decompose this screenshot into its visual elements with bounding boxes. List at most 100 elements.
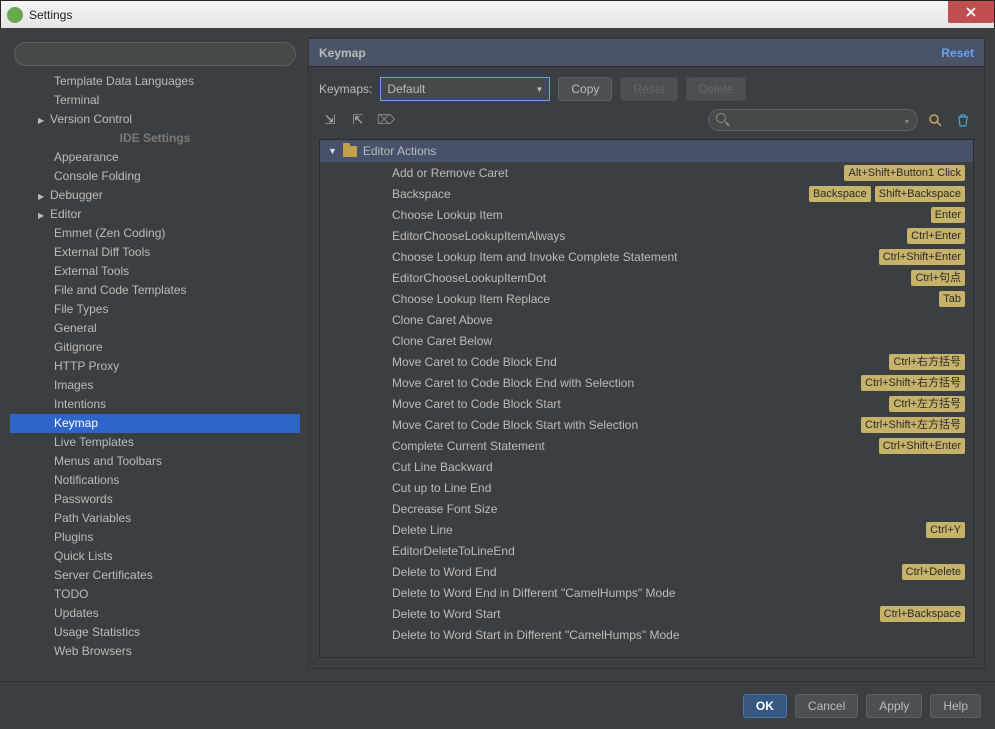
- expand-all-icon[interactable]: ⇲: [319, 110, 341, 130]
- folder-icon: [343, 146, 357, 157]
- shortcut-group: Ctrl+Shift+右方括号: [861, 375, 965, 391]
- tree-item[interactable]: Console Folding: [10, 167, 300, 186]
- action-name: Clone Caret Above: [392, 313, 493, 327]
- help-button[interactable]: Help: [930, 694, 981, 718]
- tree-item[interactable]: Notifications: [10, 471, 300, 490]
- chevron-down-icon: ▼: [535, 85, 543, 94]
- shortcut-group: Ctrl+左方括号: [889, 396, 965, 412]
- find-shortcut-icon[interactable]: [924, 110, 946, 130]
- action-row[interactable]: Choose Lookup ItemEnter: [320, 204, 973, 225]
- shortcut-badge: Ctrl+左方括号: [889, 396, 965, 412]
- tree-item[interactable]: File and Code Templates: [10, 281, 300, 300]
- sidebar-search-input[interactable]: [14, 42, 296, 66]
- tree-item[interactable]: Template Data Languages: [10, 72, 300, 91]
- action-name: Move Caret to Code Block Start with Sele…: [392, 418, 638, 432]
- action-row[interactable]: Move Caret to Code Block End with Select…: [320, 372, 973, 393]
- action-row[interactable]: Delete to Word Start in Different "Camel…: [320, 624, 973, 645]
- action-row[interactable]: Delete to Word Start Ctrl+Backspace: [320, 603, 973, 624]
- action-row[interactable]: Cut up to Line End: [320, 477, 973, 498]
- action-name: Delete to Word Start in Different "Camel…: [392, 628, 680, 642]
- tree-item[interactable]: HTTP Proxy: [10, 357, 300, 376]
- action-row[interactable]: Complete Current StatementCtrl+Shift+Ent…: [320, 435, 973, 456]
- shortcut-group: Ctrl+句点: [911, 270, 965, 286]
- action-row[interactable]: Move Caret to Code Block Start with Sele…: [320, 414, 973, 435]
- shortcut-badge: Enter: [931, 207, 965, 223]
- tree-item[interactable]: File Types: [10, 300, 300, 319]
- keymaps-label: Keymaps:: [319, 82, 372, 96]
- action-name: EditorDeleteToLineEnd: [392, 544, 515, 558]
- collapse-all-icon[interactable]: ⇱: [347, 110, 369, 130]
- trash-icon[interactable]: [952, 110, 974, 130]
- action-row[interactable]: Delete to Word EndCtrl+Delete: [320, 561, 973, 582]
- action-name: Delete to Word Start: [392, 607, 501, 621]
- tree-item[interactable]: Appearance: [10, 148, 300, 167]
- action-row[interactable]: Add or Remove CaretAlt+Shift+Button1 Cli…: [320, 162, 973, 183]
- action-row[interactable]: Move Caret to Code Block StartCtrl+左方括号: [320, 393, 973, 414]
- tree-item[interactable]: Keymap: [10, 414, 300, 433]
- tree-item[interactable]: Server Certificates: [10, 566, 300, 585]
- tree-item[interactable]: General: [10, 319, 300, 338]
- tree-item[interactable]: External Diff Tools: [10, 243, 300, 262]
- action-row[interactable]: Delete LineCtrl+Y: [320, 519, 973, 540]
- copy-button[interactable]: Copy: [558, 77, 612, 101]
- tree-item[interactable]: Emmet (Zen Coding): [10, 224, 300, 243]
- tree-item[interactable]: Menus and Toolbars: [10, 452, 300, 471]
- actions-tree[interactable]: ▼ Editor Actions Add or Remove CaretAlt+…: [319, 139, 974, 658]
- tree-item[interactable]: Gitignore: [10, 338, 300, 357]
- action-row[interactable]: Decrease Font Size: [320, 498, 973, 519]
- action-row[interactable]: Move Caret to Code Block EndCtrl+右方括号: [320, 351, 973, 372]
- tree-item[interactable]: Images: [10, 376, 300, 395]
- action-row[interactable]: EditorDeleteToLineEnd: [320, 540, 973, 561]
- reset-button: Reset: [620, 77, 677, 101]
- tree-item[interactable]: Quick Lists: [10, 547, 300, 566]
- tree-item[interactable]: Intentions: [10, 395, 300, 414]
- tree-item[interactable]: Version Control: [10, 110, 300, 129]
- shortcut-badge: Ctrl+Shift+Enter: [879, 438, 965, 454]
- tree-item[interactable]: Debugger: [10, 186, 300, 205]
- action-row[interactable]: Clone Caret Below: [320, 330, 973, 351]
- action-row[interactable]: EditorChooseLookupItemDotCtrl+句点: [320, 267, 973, 288]
- tree-item[interactable]: Plugins: [10, 528, 300, 547]
- action-name: Backspace: [392, 187, 451, 201]
- action-row[interactable]: EditorChooseLookupItemAlwaysCtrl+Enter: [320, 225, 973, 246]
- settings-sidebar: Template Data LanguagesTerminalVersion C…: [10, 38, 300, 669]
- action-row[interactable]: Choose Lookup Item ReplaceTab: [320, 288, 973, 309]
- action-row[interactable]: Clone Caret Above: [320, 309, 973, 330]
- category-row[interactable]: ▼ Editor Actions: [320, 140, 973, 162]
- shortcut-group: Enter: [931, 207, 965, 223]
- edit-shortcut-icon[interactable]: ⌦: [375, 110, 397, 130]
- reset-link[interactable]: Reset: [941, 46, 974, 60]
- search-icon: [716, 113, 726, 123]
- action-row[interactable]: Choose Lookup Item and Invoke Complete S…: [320, 246, 973, 267]
- shortcut-badge: Ctrl+Y: [926, 522, 965, 538]
- tree-item[interactable]: Terminal: [10, 91, 300, 110]
- ok-button[interactable]: OK: [743, 694, 787, 718]
- tree-item[interactable]: Path Variables: [10, 509, 300, 528]
- action-row[interactable]: BackspaceBackspaceShift+Backspace: [320, 183, 973, 204]
- apply-button[interactable]: Apply: [866, 694, 922, 718]
- action-search-input[interactable]: ▾: [708, 109, 918, 131]
- action-name: Move Caret to Code Block End with Select…: [392, 376, 634, 390]
- cancel-button[interactable]: Cancel: [795, 694, 858, 718]
- filter-toolbar: ⇲ ⇱ ⌦ ▾: [309, 109, 984, 139]
- shortcut-group: Ctrl+Backspace: [880, 606, 965, 622]
- keymaps-select[interactable]: Default ▼: [380, 77, 550, 101]
- tree-item[interactable]: Passwords: [10, 490, 300, 509]
- action-row[interactable]: Cut Line Backward: [320, 456, 973, 477]
- action-row[interactable]: Delete to Word End in Different "CamelHu…: [320, 582, 973, 603]
- shortcut-group: Alt+Shift+Button1 Click: [844, 165, 965, 181]
- tree-item[interactable]: Usage Statistics: [10, 623, 300, 642]
- shortcut-badge: Tab: [939, 291, 965, 307]
- tree-item[interactable]: External Tools: [10, 262, 300, 281]
- tree-item[interactable]: Live Templates: [10, 433, 300, 452]
- action-name: Delete to Word End in Different "CamelHu…: [392, 586, 676, 600]
- tree-item[interactable]: Editor: [10, 205, 300, 224]
- close-button[interactable]: [948, 1, 994, 23]
- tree-item[interactable]: TODO: [10, 585, 300, 604]
- settings-tree[interactable]: Template Data LanguagesTerminalVersion C…: [10, 72, 300, 669]
- shortcut-badge: Ctrl+Shift+右方括号: [861, 375, 965, 391]
- tree-section-header: IDE Settings: [10, 129, 300, 148]
- tree-item[interactable]: Updates: [10, 604, 300, 623]
- action-name: Delete to Word End: [392, 565, 497, 579]
- tree-item[interactable]: Web Browsers: [10, 642, 300, 661]
